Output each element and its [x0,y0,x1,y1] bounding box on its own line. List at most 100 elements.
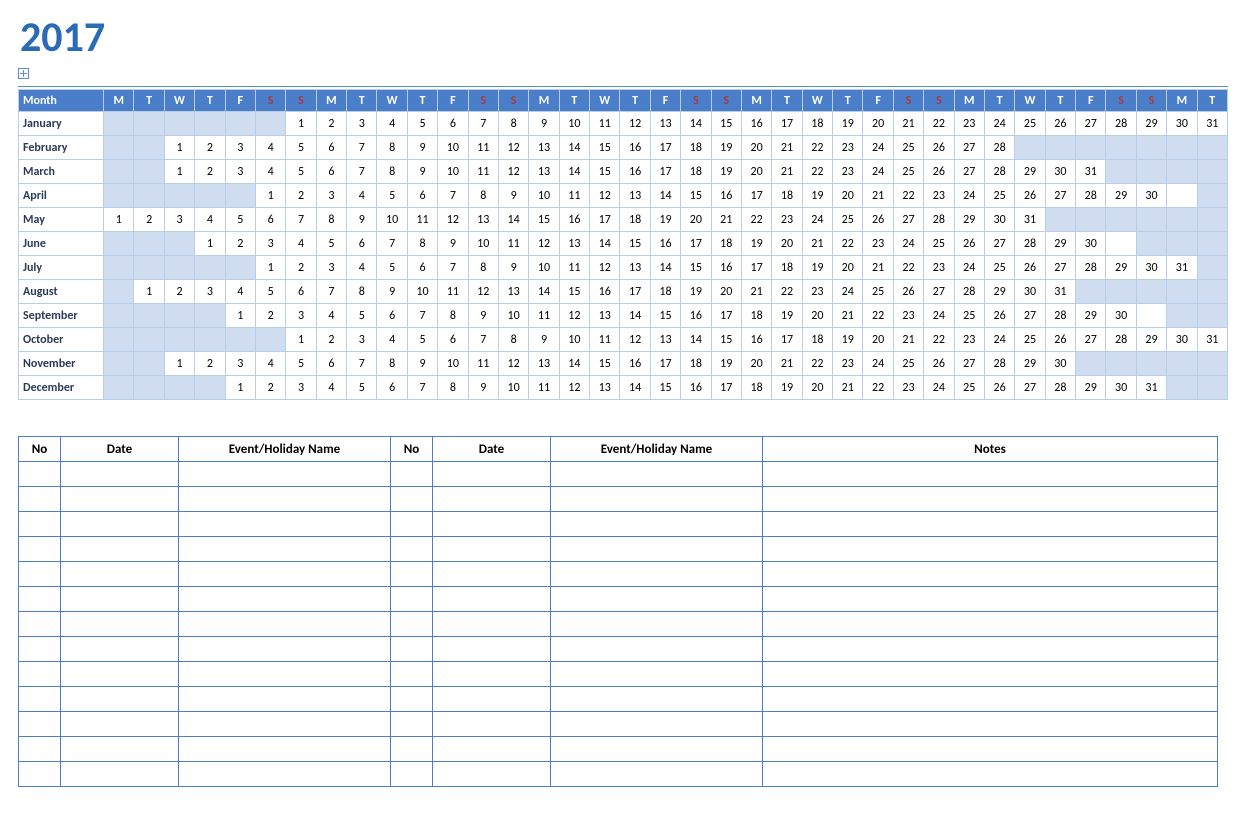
events-cell[interactable] [763,537,1218,562]
day-cell [1197,256,1227,280]
day-cell: 28 [984,352,1014,376]
events-cell[interactable] [61,737,179,762]
events-cell[interactable] [433,637,551,662]
events-cell[interactable] [763,487,1218,512]
events-cell[interactable] [551,512,763,537]
events-cell[interactable] [391,487,433,512]
events-cell[interactable] [179,637,391,662]
events-cell[interactable] [61,487,179,512]
events-cell[interactable] [391,712,433,737]
events-cell[interactable] [551,537,763,562]
events-cell[interactable] [391,612,433,637]
events-cell[interactable] [433,737,551,762]
events-cell[interactable] [391,737,433,762]
events-cell[interactable] [433,762,551,787]
events-cell[interactable] [433,562,551,587]
events-cell[interactable] [179,487,391,512]
events-cell[interactable] [61,762,179,787]
events-cell[interactable] [19,612,61,637]
events-cell[interactable] [551,687,763,712]
events-cell[interactable] [551,662,763,687]
events-cell[interactable] [19,462,61,487]
events-cell[interactable] [763,687,1218,712]
events-cell[interactable] [763,762,1218,787]
events-cell[interactable] [391,637,433,662]
day-header: M [529,90,559,112]
day-cell [1197,208,1227,232]
events-cell[interactable] [19,687,61,712]
events-cell[interactable] [19,637,61,662]
events-cell[interactable] [433,587,551,612]
day-cell: 20 [833,184,863,208]
events-cell[interactable] [61,662,179,687]
events-cell[interactable] [433,612,551,637]
events-cell[interactable] [61,587,179,612]
events-cell[interactable] [763,562,1218,587]
events-cell[interactable] [433,462,551,487]
events-cell[interactable] [763,662,1218,687]
events-cell[interactable] [179,687,391,712]
events-cell[interactable] [391,587,433,612]
events-cell[interactable] [551,612,763,637]
events-cell[interactable] [763,587,1218,612]
events-cell[interactable] [19,562,61,587]
events-cell[interactable] [179,562,391,587]
events-cell[interactable] [551,712,763,737]
events-cell[interactable] [19,662,61,687]
events-cell[interactable] [61,562,179,587]
events-cell[interactable] [61,537,179,562]
events-cell[interactable] [391,762,433,787]
events-cell[interactable] [433,662,551,687]
events-cell[interactable] [551,462,763,487]
events-cell[interactable] [61,687,179,712]
events-cell[interactable] [433,487,551,512]
events-cell[interactable] [179,662,391,687]
events-cell[interactable] [433,687,551,712]
events-cell[interactable] [61,512,179,537]
events-cell[interactable] [179,612,391,637]
events-cell[interactable] [179,762,391,787]
events-cell[interactable] [19,487,61,512]
events-cell[interactable] [19,762,61,787]
events-cell[interactable] [551,637,763,662]
events-cell[interactable] [433,712,551,737]
day-cell: 19 [741,232,771,256]
events-cell[interactable] [19,712,61,737]
events-cell[interactable] [19,737,61,762]
events-cell[interactable] [433,537,551,562]
day-cell: 27 [954,136,984,160]
events-cell[interactable] [391,662,433,687]
events-cell[interactable] [763,737,1218,762]
events-cell[interactable] [61,637,179,662]
events-cell[interactable] [391,462,433,487]
events-header-cell: Notes [763,437,1218,462]
events-cell[interactable] [391,562,433,587]
events-cell[interactable] [19,537,61,562]
events-cell[interactable] [19,587,61,612]
events-cell[interactable] [179,712,391,737]
day-cell: 2 [195,136,225,160]
events-cell[interactable] [763,612,1218,637]
events-cell[interactable] [391,537,433,562]
events-cell[interactable] [179,462,391,487]
events-cell[interactable] [551,562,763,587]
events-cell[interactable] [763,462,1218,487]
events-cell[interactable] [19,512,61,537]
events-cell[interactable] [391,512,433,537]
events-cell[interactable] [551,737,763,762]
events-cell[interactable] [763,637,1218,662]
events-cell[interactable] [551,587,763,612]
events-cell[interactable] [391,687,433,712]
events-cell[interactable] [551,487,763,512]
events-cell[interactable] [179,512,391,537]
events-cell[interactable] [179,737,391,762]
events-cell[interactable] [551,762,763,787]
events-cell[interactable] [61,612,179,637]
events-cell[interactable] [433,512,551,537]
events-cell[interactable] [179,537,391,562]
events-cell[interactable] [763,512,1218,537]
events-cell[interactable] [61,712,179,737]
events-cell[interactable] [763,712,1218,737]
events-cell[interactable] [179,587,391,612]
events-cell[interactable] [61,462,179,487]
